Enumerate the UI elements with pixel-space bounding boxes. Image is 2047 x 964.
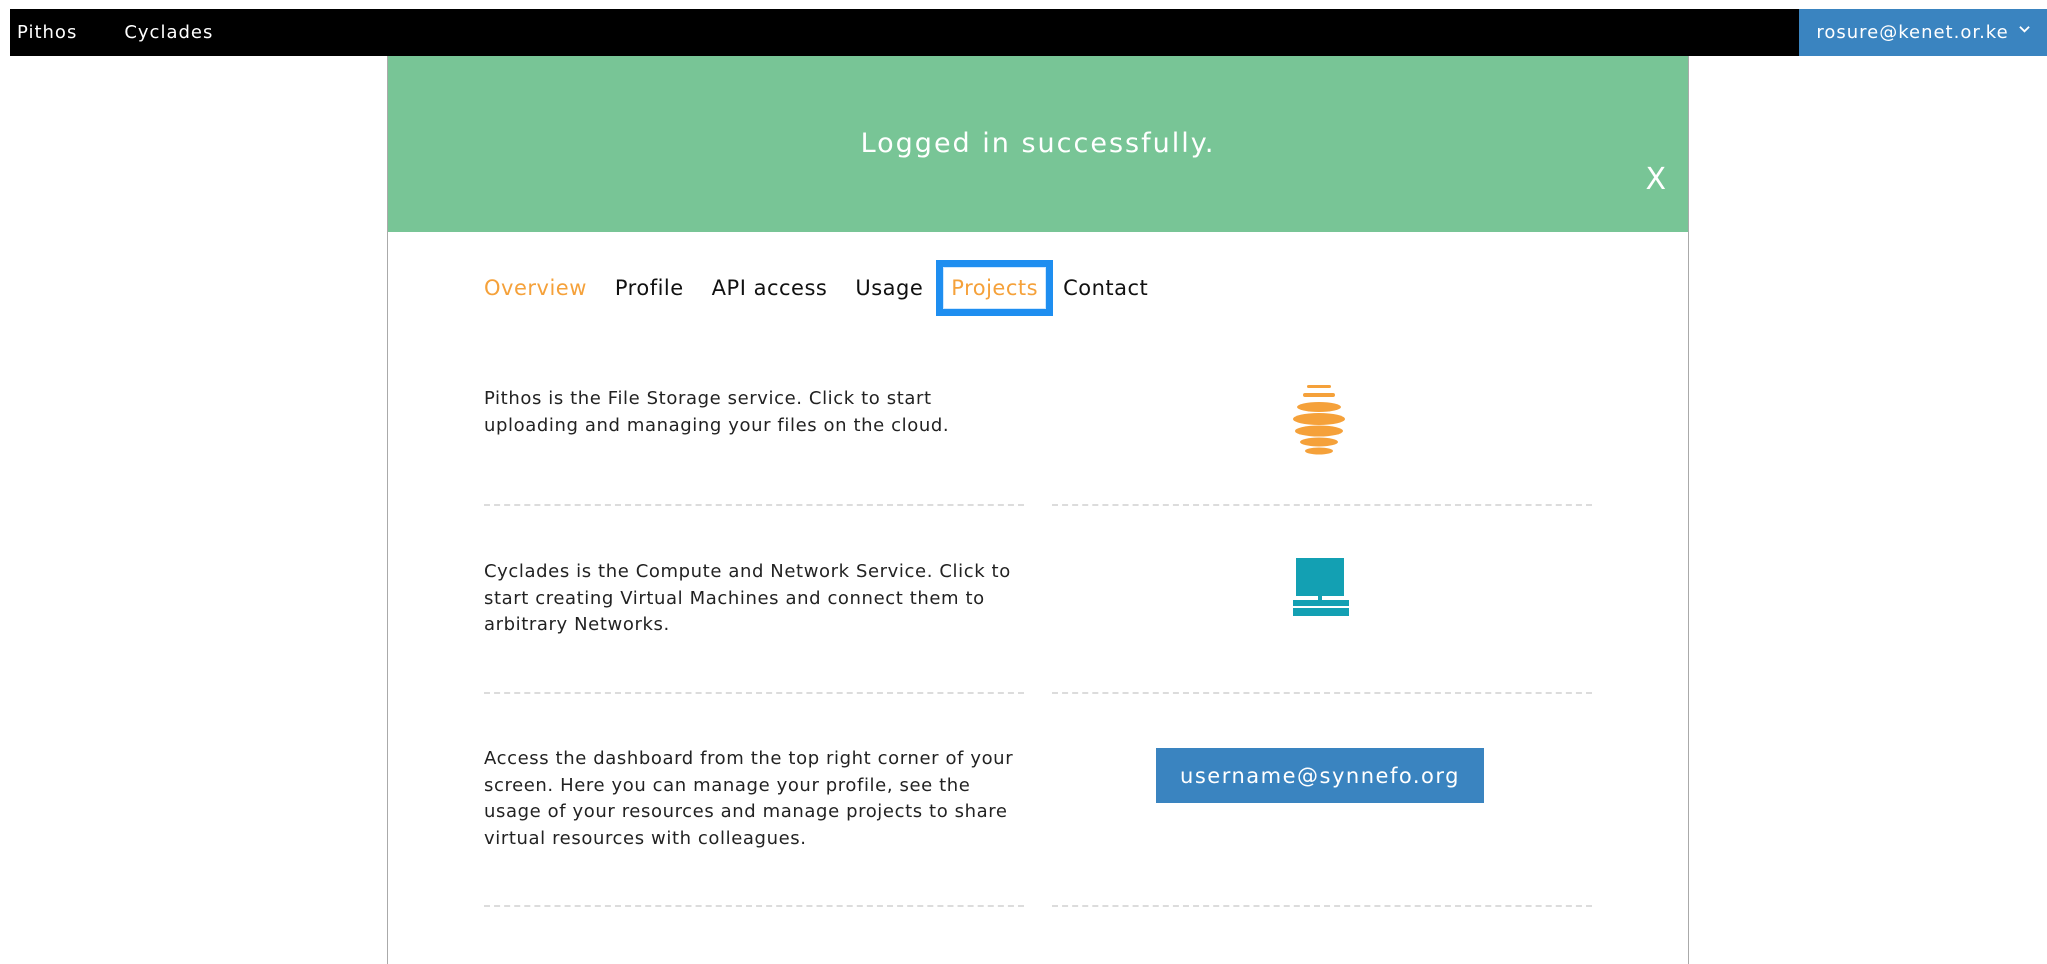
tab-contact[interactable]: Contact	[1063, 276, 1148, 300]
separator	[1052, 504, 1592, 506]
nav-link-pithos[interactable]: Pithos	[17, 22, 77, 43]
main-content: Logged in successfully. X Overview Profi…	[387, 56, 1689, 964]
user-menu-button[interactable]: rosure@kenet.or.ke	[1799, 9, 2047, 56]
cyclades-computer-icon[interactable]	[1293, 558, 1349, 616]
top-navbar: Pithos Cyclades rosure@kenet.or.ke	[10, 9, 2047, 56]
separator	[1052, 905, 1592, 907]
pithos-description[interactable]: Pithos is the File Storage service. Clic…	[484, 386, 1024, 439]
tab-api-access[interactable]: API access	[712, 276, 828, 300]
success-banner: Logged in successfully. X	[388, 56, 1688, 232]
cyclades-description[interactable]: Cyclades is the Compute and Network Serv…	[484, 559, 1024, 639]
dashboard-description: Access the dashboard from the top right …	[484, 748, 1014, 849]
user-email: rosure@kenet.or.ke	[1816, 22, 2009, 43]
dashboard-user-button[interactable]: username@synnefo.org	[1156, 748, 1484, 803]
separator	[484, 692, 1024, 694]
pithos-logo-icon[interactable]	[1293, 385, 1345, 455]
tab-overview[interactable]: Overview	[484, 276, 587, 300]
chevron-down-icon	[2018, 26, 2030, 33]
banner-close-button[interactable]: X	[1645, 162, 1666, 197]
separator	[484, 905, 1024, 907]
top-nav: Pithos Cyclades	[10, 9, 253, 56]
tab-projects[interactable]: Projects	[936, 260, 1054, 316]
tab-usage[interactable]: Usage	[855, 276, 923, 300]
banner-message: Logged in successfully.	[860, 128, 1216, 159]
separator	[484, 504, 1024, 506]
tab-profile[interactable]: Profile	[615, 276, 684, 300]
separator	[1052, 692, 1592, 694]
nav-link-cyclades[interactable]: Cyclades	[124, 22, 213, 43]
dashboard-tabs: Overview Profile API access Usage Projec…	[484, 260, 1176, 316]
